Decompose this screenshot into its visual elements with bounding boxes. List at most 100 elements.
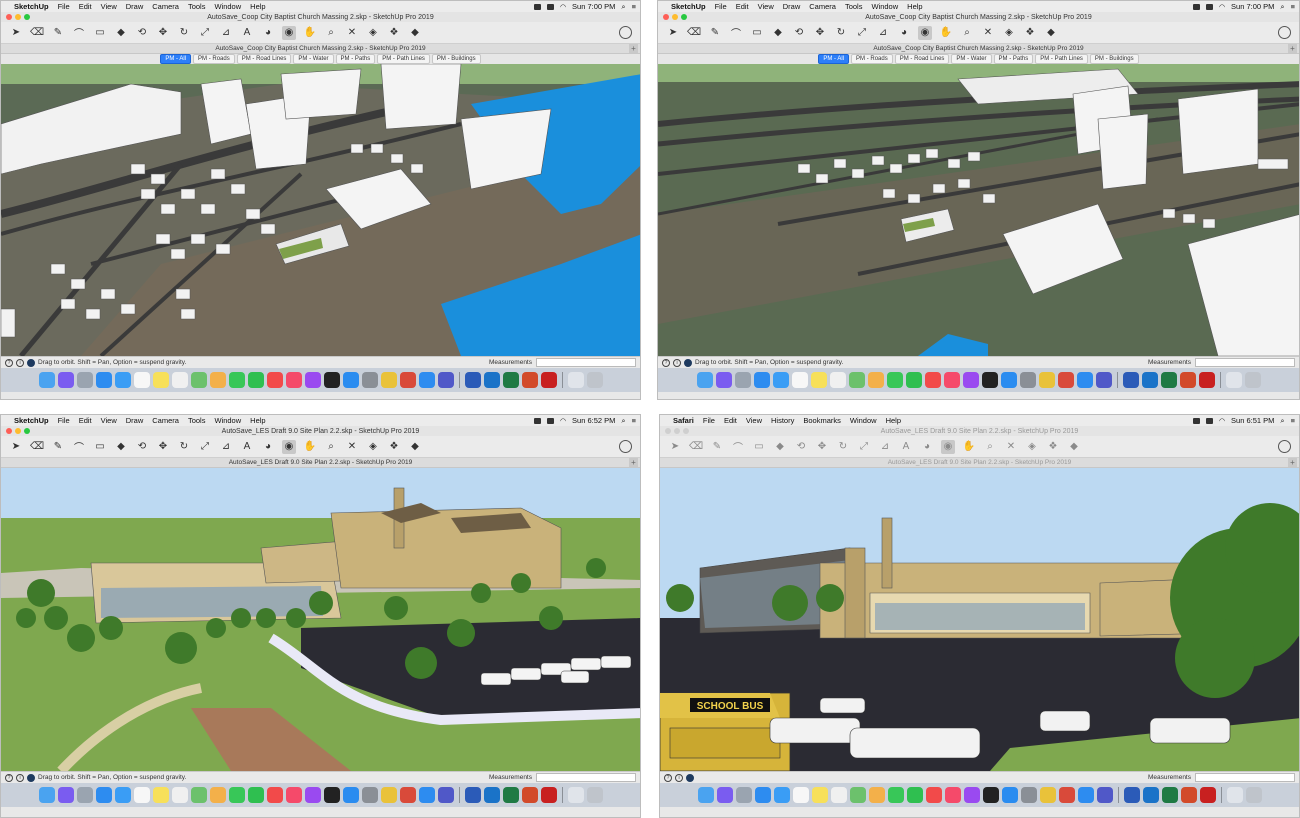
zoom-icon[interactable] — [418, 787, 435, 803]
scene-tab-pm-water[interactable]: PM - Water — [951, 54, 992, 64]
scene-tab-pm-roads[interactable]: PM - Roads — [193, 54, 235, 64]
clock[interactable]: Sun 6:52 PM — [572, 416, 615, 425]
menu-tools[interactable]: Tools — [188, 2, 206, 11]
mail-icon[interactable] — [114, 787, 131, 803]
user-icon[interactable] — [686, 773, 694, 782]
menu-draw[interactable]: Draw — [126, 2, 144, 11]
user-account-icon[interactable] — [1278, 440, 1291, 453]
preview-icon[interactable] — [567, 787, 584, 803]
arc-tool-icon[interactable]: ⌒ — [729, 26, 743, 40]
scale-tool-icon[interactable]: ⤢ — [857, 440, 871, 454]
orbit-tool-icon[interactable]: ◉ — [282, 439, 296, 454]
appstore-icon[interactable] — [342, 787, 359, 803]
appstore-icon[interactable] — [342, 372, 359, 388]
preview-icon[interactable] — [1225, 372, 1242, 388]
orbit-tool-icon[interactable]: ◉ — [918, 25, 932, 40]
line-tool-icon[interactable]: ✎ — [708, 26, 722, 40]
launchpad-icon[interactable] — [735, 787, 752, 803]
menu-window[interactable]: Window — [214, 2, 241, 11]
powerpoint-icon[interactable] — [521, 372, 538, 388]
reminders-icon[interactable] — [171, 372, 188, 388]
scene-tab-pm-paths[interactable]: PM - Paths — [335, 54, 376, 64]
info-icon[interactable]: i — [16, 358, 24, 367]
arc-tool-icon[interactable]: ⌒ — [731, 440, 745, 454]
shape-tool-icon[interactable]: ▭ — [752, 440, 766, 454]
close-icon[interactable] — [6, 14, 12, 20]
trash-icon[interactable] — [1245, 787, 1262, 803]
scene-tab-pm-road-lines[interactable]: PM - Road Lines — [236, 54, 292, 64]
acrobat-icon[interactable] — [540, 787, 557, 803]
add-tab-button[interactable]: + — [1288, 458, 1297, 467]
preferences-icon[interactable] — [1019, 372, 1036, 388]
mail-icon[interactable] — [773, 787, 790, 803]
close-icon[interactable] — [6, 428, 12, 434]
pan-tool-icon[interactable]: ✋ — [962, 440, 976, 454]
notes-icon[interactable] — [152, 787, 169, 803]
trash-icon[interactable] — [586, 787, 603, 803]
offset-tool-icon[interactable]: ⟲ — [135, 440, 149, 454]
spotlight-icon[interactable]: ⌕ — [621, 2, 625, 12]
3d-viewport[interactable] — [1, 468, 640, 771]
calendar-icon[interactable] — [791, 372, 808, 388]
teams-icon[interactable] — [1095, 372, 1112, 388]
acrobat-icon[interactable] — [540, 372, 557, 388]
line-tool-icon[interactable]: ✎ — [710, 440, 724, 454]
spotlight-icon[interactable]: ⌕ — [1280, 416, 1284, 426]
line-tool-icon[interactable]: ✎ — [51, 26, 65, 40]
wifi-icon[interactable]: ◠ — [1219, 3, 1225, 11]
siri-icon[interactable] — [715, 372, 732, 388]
status-icon[interactable] — [1205, 3, 1213, 10]
measurements-input[interactable] — [536, 773, 636, 782]
podcasts-icon[interactable] — [304, 787, 321, 803]
zoom-tool-icon[interactable]: ⌕ — [324, 26, 338, 40]
powerpoint-icon[interactable] — [1180, 787, 1197, 803]
preferences-icon[interactable] — [361, 372, 378, 388]
warehouse-icon[interactable]: ◈ — [1002, 26, 1016, 40]
calendar-icon[interactable] — [792, 787, 809, 803]
scene-tab-pm-roads[interactable]: PM - Roads — [851, 54, 893, 64]
app-menu[interactable]: SketchUp — [14, 2, 49, 11]
add-tab-button[interactable]: + — [629, 458, 638, 467]
scene-tab-pm-water[interactable]: PM - Water — [293, 54, 334, 64]
tv-icon[interactable] — [981, 372, 998, 388]
shape-tool-icon[interactable]: ▭ — [93, 440, 107, 454]
select-tool-icon[interactable]: ➤ — [666, 26, 680, 40]
scale-tool-icon[interactable]: ⤢ — [198, 26, 212, 40]
extension-icon[interactable]: ❖ — [387, 440, 401, 454]
pan-tool-icon[interactable]: ✋ — [303, 26, 317, 40]
menu-file[interactable]: File — [715, 2, 727, 11]
app-menu[interactable]: Safari — [673, 416, 694, 425]
teams-icon[interactable] — [437, 372, 454, 388]
text-tool-icon[interactable]: A — [240, 26, 254, 40]
scene-tab-pm-paths[interactable]: PM - Paths — [993, 54, 1034, 64]
tape-measure-icon[interactable]: ⊿ — [878, 440, 892, 454]
menu-file[interactable]: File — [703, 416, 715, 425]
menu-edit[interactable]: Edit — [79, 416, 92, 425]
podcasts-icon[interactable] — [304, 372, 321, 388]
arc-tool-icon[interactable]: ⌒ — [72, 440, 86, 454]
appstore-icon[interactable] — [1000, 372, 1017, 388]
safari-icon[interactable] — [753, 372, 770, 388]
outlook-icon[interactable] — [483, 787, 500, 803]
orbit-tool-icon[interactable]: ◉ — [282, 25, 296, 40]
extension-icon[interactable]: ❖ — [1023, 26, 1037, 40]
status-icon[interactable] — [533, 417, 541, 424]
photos-icon[interactable] — [209, 372, 226, 388]
scene-tab-pm-buildings[interactable]: PM - Buildings — [431, 54, 481, 64]
line-tool-icon[interactable]: ✎ — [51, 440, 65, 454]
zoom-icon[interactable] — [24, 14, 30, 20]
info-icon[interactable]: i — [16, 773, 24, 782]
app-menu[interactable]: SketchUp — [14, 416, 49, 425]
menu-view[interactable]: View — [746, 416, 762, 425]
zoom-icon[interactable] — [681, 14, 687, 20]
preview-icon[interactable] — [1226, 787, 1243, 803]
zoom-icon[interactable] — [683, 428, 689, 434]
appstore-icon[interactable] — [1001, 787, 1018, 803]
maps-icon[interactable] — [190, 372, 207, 388]
ruby-icon[interactable]: ◆ — [1044, 26, 1058, 40]
ruby-icon[interactable]: ◆ — [408, 26, 422, 40]
push-pull-tool-icon[interactable]: ◆ — [114, 26, 128, 40]
music-icon[interactable] — [944, 787, 961, 803]
rotate-tool-icon[interactable]: ↻ — [836, 440, 850, 454]
move-tool-icon[interactable]: ✥ — [156, 440, 170, 454]
